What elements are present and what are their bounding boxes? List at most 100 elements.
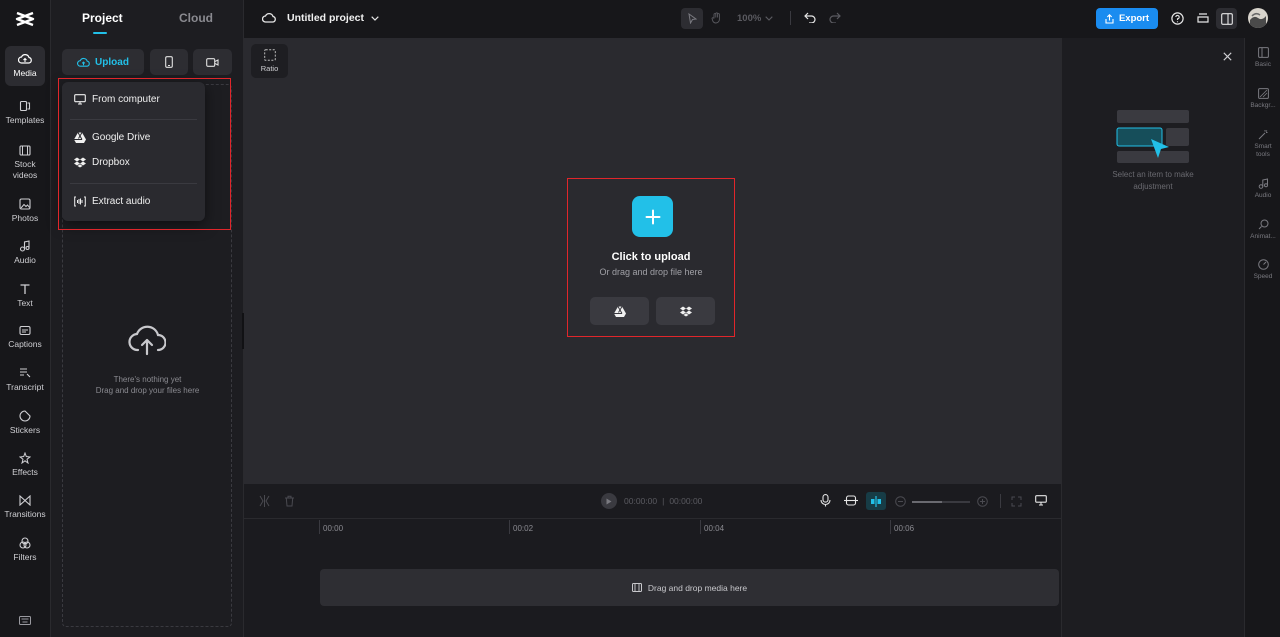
current-time: 00:00:00 [624, 496, 658, 506]
media-upload-icon [18, 54, 32, 64]
time-tick-mark [319, 520, 320, 534]
rightnav-animation[interactable]: Animat... [1245, 219, 1280, 241]
time-tick-mark [700, 520, 701, 534]
zoom-slider-fill [912, 501, 942, 503]
split-icon[interactable] [259, 495, 270, 507]
play-button[interactable] [601, 493, 617, 509]
nav-captions[interactable]: Captions [5, 325, 45, 350]
capcut-logo-icon[interactable] [14, 10, 36, 28]
time-tick-mark [890, 520, 891, 534]
nav-transitions[interactable]: Transitions [4, 495, 46, 520]
keyboard-icon[interactable] [19, 616, 31, 625]
filters-icon [19, 537, 31, 549]
project-title-dropdown[interactable]: Untitled project [287, 12, 379, 24]
active-tab-indicator [93, 32, 107, 34]
upload-button[interactable]: Upload [62, 49, 144, 75]
close-icon[interactable] [1223, 52, 1232, 61]
nav-label: Templates [5, 115, 45, 125]
avatar[interactable] [1248, 8, 1268, 28]
adjustment-hint: Select an item to make adjustment [1112, 170, 1194, 191]
nav-transcript[interactable]: Transcript [5, 367, 45, 393]
background-icon [1257, 88, 1269, 99]
auto-snap-icon[interactable] [844, 495, 858, 506]
right-navigation: Basic Backgr... Smart tools Audio Animat… [1244, 38, 1280, 637]
cloud-upload-large-icon [128, 323, 166, 356]
rightnav-speed[interactable]: Speed [1245, 259, 1280, 281]
hand-tool-icon[interactable] [711, 12, 722, 24]
rightnav-background[interactable]: Backgr... [1245, 88, 1280, 110]
rightnav-smart-tools[interactable]: Smart tools [1245, 129, 1280, 159]
project-title: Untitled project [287, 12, 365, 24]
nav-stickers[interactable]: Stickers [5, 410, 45, 436]
layout-toggle-button[interactable] [1216, 8, 1237, 29]
nav-label: Media [13, 68, 37, 78]
film-icon [19, 145, 31, 156]
captions-icon [19, 325, 31, 336]
text-icon [20, 284, 30, 294]
nav-label: Stock videos [12, 159, 38, 180]
templates-icon [19, 100, 31, 112]
nav-media[interactable]: Media [5, 46, 45, 86]
time-tick-label: 00:00 [323, 524, 344, 533]
zoom-dropdown[interactable]: 100% [737, 13, 774, 24]
undo-icon[interactable] [804, 12, 816, 23]
music-note-icon [19, 240, 30, 252]
cloud-upload-icon [77, 57, 90, 67]
empty-title: There's nothing yet [113, 375, 182, 384]
main-track-drop-zone[interactable]: Drag and drop media here [320, 569, 1059, 606]
cursor-icon [687, 13, 697, 24]
share-icon [1105, 13, 1114, 24]
time-tick-label: 00:02 [513, 524, 534, 533]
redo-icon[interactable] [829, 12, 841, 23]
magic-wand-icon [1258, 130, 1267, 140]
layers-icon[interactable] [1197, 12, 1209, 24]
delete-icon[interactable] [284, 495, 295, 507]
help-icon[interactable] [1171, 12, 1184, 25]
nav-photos[interactable]: Photos [5, 198, 45, 224]
nav-label: Text [17, 298, 33, 308]
nav-text[interactable]: Text [5, 283, 45, 309]
timeline-divider [244, 518, 1061, 519]
animation-icon [1258, 219, 1268, 230]
nav-templates[interactable]: Templates [5, 100, 45, 126]
zoom-out-icon[interactable] [895, 496, 906, 507]
ratio-button[interactable]: Ratio [251, 44, 288, 78]
nav-filters[interactable]: Filters [5, 537, 45, 563]
record-button[interactable] [193, 49, 232, 75]
timeline [244, 484, 1061, 637]
time-separator: | [662, 496, 665, 506]
select-item-illustration [1116, 109, 1190, 165]
microphone-icon[interactable] [820, 494, 831, 507]
highlight-box-upload-menu [58, 78, 231, 230]
timeline-zoom-slider[interactable] [912, 501, 970, 503]
tab-project[interactable]: Project [82, 11, 123, 25]
rightnav-basic[interactable]: Basic [1245, 47, 1280, 69]
fit-timeline-icon[interactable] [1011, 496, 1022, 507]
zoom-in-icon[interactable] [977, 496, 988, 507]
select-tool-button[interactable] [681, 8, 703, 29]
preview-screen-icon[interactable] [1035, 495, 1047, 506]
nav-stock-videos[interactable]: Stock videos [5, 145, 45, 181]
panel-layout-icon [1220, 12, 1233, 25]
export-button[interactable]: Export [1096, 8, 1158, 29]
music-note-icon [1258, 178, 1268, 189]
nav-label: Transitions [4, 509, 46, 519]
photo-icon [19, 198, 31, 210]
effects-icon [19, 452, 31, 464]
export-label: Export [1118, 13, 1150, 24]
rightnav-label: Smart tools [1254, 143, 1272, 158]
play-icon [606, 498, 612, 504]
nav-label: Transcript [6, 382, 44, 392]
nav-effects[interactable]: Effects [5, 452, 45, 478]
phone-upload-button[interactable] [150, 49, 188, 75]
nav-label: Audio [14, 255, 36, 265]
film-icon [631, 583, 642, 592]
nav-audio[interactable]: Audio [5, 240, 45, 266]
main-track-magnet-button[interactable] [866, 492, 886, 510]
rightnav-label: Audio [1254, 192, 1272, 199]
aspect-ratio-icon [263, 49, 276, 61]
cloud-icon [262, 12, 276, 23]
rightnav-audio[interactable]: Audio [1245, 178, 1280, 200]
time-tick-label: 00:04 [704, 524, 725, 533]
tab-cloud[interactable]: Cloud [179, 11, 213, 25]
